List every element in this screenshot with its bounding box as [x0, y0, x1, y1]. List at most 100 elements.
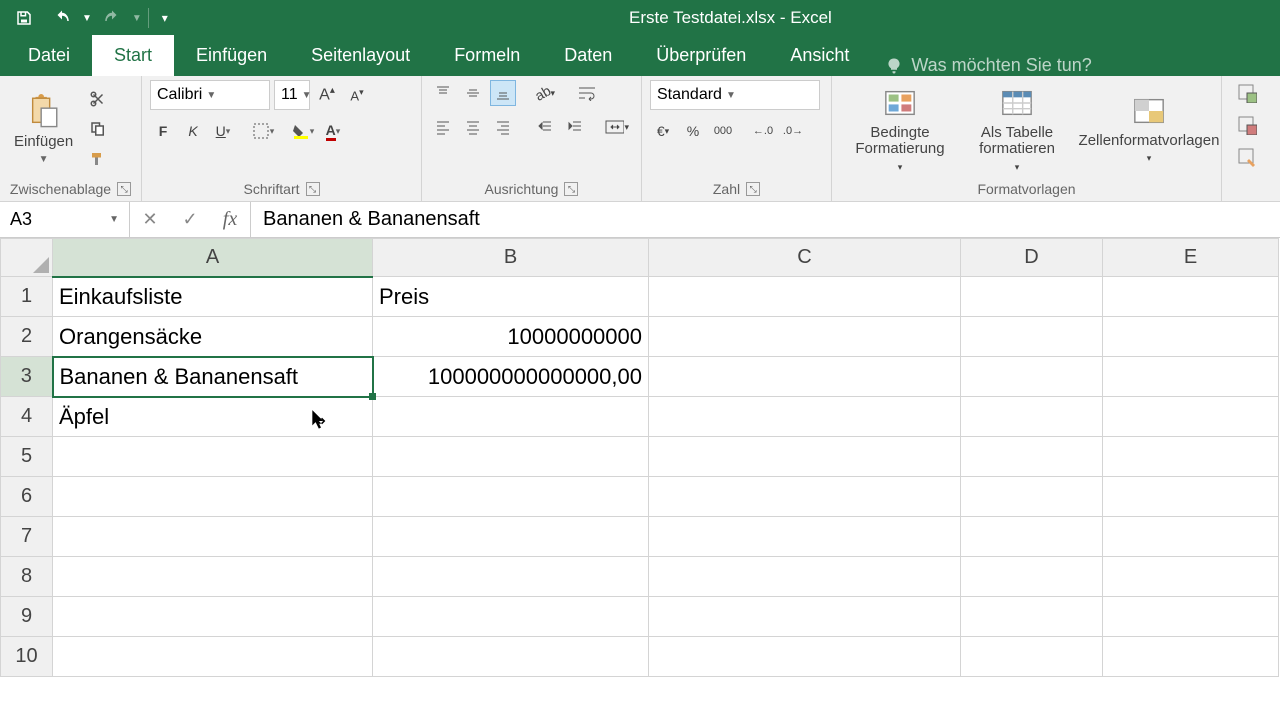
row-header-1[interactable]: 1: [1, 277, 53, 317]
align-bottom-button[interactable]: [490, 80, 516, 106]
row-header-10[interactable]: 10: [1, 637, 53, 677]
cell-C10[interactable]: [649, 637, 961, 677]
accounting-format-button[interactable]: €▾: [650, 118, 676, 144]
cell-B3[interactable]: 100000000000000,00: [373, 357, 649, 397]
font-color-button[interactable]: A▾: [320, 118, 346, 144]
tab-formulas[interactable]: Formeln: [432, 35, 542, 76]
cell-C3[interactable]: [649, 357, 961, 397]
alignment-dialog-launcher[interactable]: ⤡: [564, 182, 578, 196]
bold-button[interactable]: F: [150, 118, 176, 144]
cell-A4[interactable]: Äpfel: [53, 397, 373, 437]
row-header-8[interactable]: 8: [1, 557, 53, 597]
percent-button[interactable]: %: [680, 118, 706, 144]
cell-B10[interactable]: [373, 637, 649, 677]
cell-D9[interactable]: [961, 597, 1103, 637]
cell-E2[interactable]: [1103, 317, 1279, 357]
cell-C7[interactable]: [649, 517, 961, 557]
wrap-text-button[interactable]: [574, 80, 600, 106]
cell-D5[interactable]: [961, 437, 1103, 477]
row-header-6[interactable]: 6: [1, 477, 53, 517]
cell-E1[interactable]: [1103, 277, 1279, 317]
align-middle-button[interactable]: [460, 80, 486, 106]
row-header-4[interactable]: 4: [1, 397, 53, 437]
name-box[interactable]: A3 ▼: [0, 202, 130, 237]
cell-A10[interactable]: [53, 637, 373, 677]
insert-cells-button[interactable]: [1234, 80, 1260, 106]
customize-qat-button[interactable]: ▾: [155, 2, 175, 34]
copy-button[interactable]: [85, 116, 111, 142]
conditional-formatting-button[interactable]: Bedingte Formatierung▾: [840, 83, 960, 175]
font-size-select[interactable]: 11▼: [274, 80, 310, 110]
cell-B8[interactable]: [373, 557, 649, 597]
tab-review[interactable]: Überprüfen: [634, 35, 768, 76]
fill-color-button[interactable]: ▾: [290, 118, 316, 144]
align-top-button[interactable]: [430, 80, 456, 106]
cell-E6[interactable]: [1103, 477, 1279, 517]
decrease-decimal-button[interactable]: .0→: [780, 118, 806, 144]
cell-A9[interactable]: [53, 597, 373, 637]
format-as-table-button[interactable]: Als Tabelle formatieren▾: [962, 83, 1072, 175]
align-left-button[interactable]: [430, 114, 456, 140]
cell-E10[interactable]: [1103, 637, 1279, 677]
tab-file[interactable]: Datei: [6, 35, 92, 76]
cell-C5[interactable]: [649, 437, 961, 477]
align-right-button[interactable]: [490, 114, 516, 140]
cell-A8[interactable]: [53, 557, 373, 597]
cell-C4[interactable]: [649, 397, 961, 437]
cell-B5[interactable]: [373, 437, 649, 477]
increase-decimal-button[interactable]: ←.0: [750, 118, 776, 144]
cell-D2[interactable]: [961, 317, 1103, 357]
cell-C8[interactable]: [649, 557, 961, 597]
row-header-5[interactable]: 5: [1, 437, 53, 477]
cell-D8[interactable]: [961, 557, 1103, 597]
save-button[interactable]: [6, 2, 42, 34]
cell-A6[interactable]: [53, 477, 373, 517]
cell-E4[interactable]: [1103, 397, 1279, 437]
cell-styles-button[interactable]: Zellenformatvorlagen▾: [1074, 91, 1224, 167]
underline-button[interactable]: U▾: [210, 118, 236, 144]
undo-dropdown[interactable]: ▼: [82, 13, 92, 24]
cell-B6[interactable]: [373, 477, 649, 517]
decrease-font-button[interactable]: A▾: [344, 82, 370, 108]
column-header-C[interactable]: C: [649, 239, 961, 277]
cell-B9[interactable]: [373, 597, 649, 637]
cell-C2[interactable]: [649, 317, 961, 357]
delete-cells-button[interactable]: [1234, 112, 1260, 138]
italic-button[interactable]: K: [180, 118, 206, 144]
cell-D6[interactable]: [961, 477, 1103, 517]
increase-indent-button[interactable]: [562, 114, 588, 140]
cell-E9[interactable]: [1103, 597, 1279, 637]
cell-B4[interactable]: [373, 397, 649, 437]
borders-button[interactable]: ▾: [250, 118, 276, 144]
cell-C6[interactable]: [649, 477, 961, 517]
tab-view[interactable]: Ansicht: [768, 35, 871, 76]
number-dialog-launcher[interactable]: ⤡: [746, 182, 760, 196]
clipboard-dialog-launcher[interactable]: ⤡: [117, 182, 131, 196]
cell-A2[interactable]: Orangensäcke: [53, 317, 373, 357]
column-header-E[interactable]: E: [1103, 239, 1279, 277]
cell-D3[interactable]: [961, 357, 1103, 397]
align-center-button[interactable]: [460, 114, 486, 140]
formula-input[interactable]: Bananen & Bananensaft: [251, 202, 1280, 237]
cell-E3[interactable]: [1103, 357, 1279, 397]
cell-D7[interactable]: [961, 517, 1103, 557]
cell-E7[interactable]: [1103, 517, 1279, 557]
row-header-9[interactable]: 9: [1, 597, 53, 637]
cell-D1[interactable]: [961, 277, 1103, 317]
comma-button[interactable]: 000: [710, 118, 736, 144]
format-painter-button[interactable]: [85, 146, 111, 172]
row-header-2[interactable]: 2: [1, 317, 53, 357]
row-header-3[interactable]: 3: [1, 357, 53, 397]
column-header-B[interactable]: B: [373, 239, 649, 277]
cell-A1[interactable]: Einkaufsliste: [53, 277, 373, 317]
row-header-7[interactable]: 7: [1, 517, 53, 557]
cell-B1[interactable]: Preis: [373, 277, 649, 317]
cell-A5[interactable]: [53, 437, 373, 477]
enter-formula-button[interactable]: ✓: [170, 202, 210, 237]
font-name-select[interactable]: Calibri▼: [150, 80, 270, 110]
orientation-button[interactable]: ab▾: [532, 80, 558, 106]
cell-E8[interactable]: [1103, 557, 1279, 597]
column-header-A[interactable]: A: [53, 239, 373, 277]
cell-B7[interactable]: [373, 517, 649, 557]
decrease-indent-button[interactable]: [532, 114, 558, 140]
